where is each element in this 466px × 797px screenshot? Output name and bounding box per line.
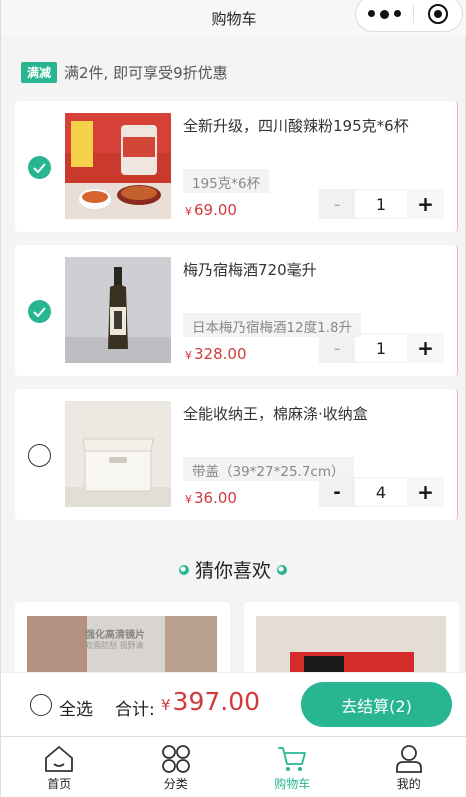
tab-home[interactable]: 首页 xyxy=(1,737,118,797)
close-target-icon[interactable] xyxy=(414,4,462,24)
total-value: 397.00 xyxy=(172,687,261,716)
product-price: ¥328.00 xyxy=(185,345,247,363)
quantity-value[interactable]: 4 xyxy=(355,477,407,507)
decrease-button[interactable]: - xyxy=(319,477,355,507)
product-price: ¥69.00 xyxy=(185,201,237,219)
profile-icon xyxy=(395,745,422,773)
cart-item: 全能收纳王，棉麻涤·收纳盒 带盖（39*27*25.7cm） ¥36.00 - … xyxy=(15,389,458,520)
cart-icon xyxy=(278,747,307,771)
tab-bar: 首页 分类 购物车 我的 xyxy=(1,736,466,797)
product-image-plum-wine[interactable] xyxy=(65,257,171,363)
select-all-checkbox[interactable] xyxy=(30,694,52,716)
promo-banner: 满减 满2件, 即可享受9折优惠 xyxy=(21,62,228,83)
cart-item: 全新升级，四川酸辣粉195克*6杯 195克*6杯 ¥69.00 - 1 + xyxy=(15,101,458,232)
cart-item: 梅乃宿梅酒720毫升 日本梅乃宿梅酒12度1.8升 ¥328.00 - 1 + xyxy=(15,245,458,376)
recommend-card-sub: 双面防刮 视野清 xyxy=(85,641,144,650)
product-price: ¥36.00 xyxy=(185,489,237,507)
product-name[interactable]: 全新升级，四川酸辣粉195克*6杯 xyxy=(183,115,409,136)
quantity-value[interactable]: 1 xyxy=(355,189,407,219)
promo-tag: 满减 xyxy=(21,62,58,83)
promo-text: 满2件, 即可享受9折优惠 xyxy=(64,64,228,82)
title-bar: 购物车 xyxy=(1,0,466,36)
quantity-stepper: - 1 + xyxy=(319,189,444,219)
increase-button[interactable]: + xyxy=(407,477,444,507)
increase-button[interactable]: + xyxy=(407,189,444,219)
item-checkbox-unchecked[interactable] xyxy=(28,444,51,467)
recommend-card[interactable] xyxy=(244,602,459,682)
item-checkbox-checked[interactable] xyxy=(28,156,51,179)
recommend-title: 猜你喜欢 xyxy=(194,560,271,582)
decor-dot-icon xyxy=(277,564,287,575)
total-price: ¥397.00 xyxy=(161,687,260,716)
decrease-button[interactable]: - xyxy=(319,189,355,219)
item-checkbox-checked[interactable] xyxy=(28,300,51,323)
currency-symbol: ¥ xyxy=(185,349,192,362)
price-value: 69.00 xyxy=(194,201,237,219)
quantity-stepper: - 4 + xyxy=(319,477,444,507)
more-icon[interactable] xyxy=(356,9,413,19)
recommend-image xyxy=(244,602,459,682)
checkout-button[interactable]: 去结算(2) xyxy=(301,682,452,727)
price-value: 36.00 xyxy=(194,489,237,507)
recommend-card-text: 强化高清镜片 xyxy=(85,630,145,641)
tab-label: 购物车 xyxy=(274,777,311,791)
tab-category[interactable]: 分类 xyxy=(118,737,235,797)
select-all-label[interactable]: 全选 xyxy=(59,695,93,720)
increase-button[interactable]: + xyxy=(407,333,444,363)
tab-label: 我的 xyxy=(396,777,421,791)
category-icon xyxy=(161,745,190,773)
quantity-stepper: - 1 + xyxy=(319,333,444,363)
recommend-card[interactable]: 强化高清镜片 双面防刮 视野清 xyxy=(15,602,230,682)
quantity-value[interactable]: 1 xyxy=(355,333,407,363)
home-icon xyxy=(45,746,74,772)
product-image-storage-box[interactable] xyxy=(65,401,171,507)
decor-dot-icon xyxy=(178,564,189,575)
tab-cart[interactable]: 购物车 xyxy=(234,737,351,797)
product-name[interactable]: 全能收纳王，棉麻涤·收纳盒 xyxy=(183,403,368,424)
tab-label: 首页 xyxy=(47,777,72,791)
checkmark-icon xyxy=(33,162,46,173)
checkmark-icon xyxy=(33,306,46,317)
product-spec[interactable]: 195克*6杯 xyxy=(183,169,270,193)
recommend-heading: 猜你喜欢 xyxy=(1,556,465,583)
checkout-bar: 全选 合计: ¥397.00 去结算(2) xyxy=(1,672,466,736)
product-name[interactable]: 梅乃宿梅酒720毫升 xyxy=(183,259,317,280)
product-image-noodles[interactable] xyxy=(65,113,171,219)
mini-program-capsule xyxy=(355,0,463,32)
decrease-button[interactable]: - xyxy=(319,333,355,363)
total-label: 合计: xyxy=(115,700,155,720)
currency-symbol: ¥ xyxy=(185,205,192,218)
price-value: 328.00 xyxy=(194,345,247,363)
currency-symbol: ¥ xyxy=(161,696,171,714)
currency-symbol: ¥ xyxy=(185,493,192,506)
tab-profile[interactable]: 我的 xyxy=(351,737,466,797)
tab-label: 分类 xyxy=(163,777,188,791)
